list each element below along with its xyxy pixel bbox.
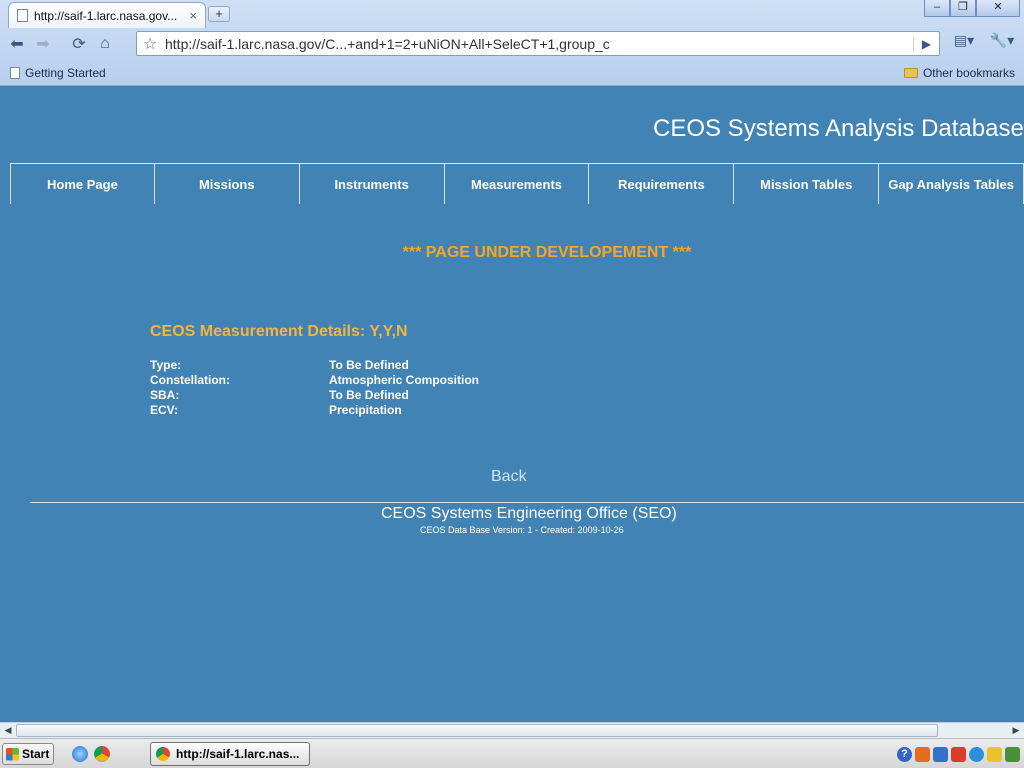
footer-version: CEOS Data Base Version: 1 - Created: 200…	[420, 525, 624, 535]
tray-app-icon[interactable]	[915, 746, 930, 762]
internet-explorer-icon[interactable]	[72, 746, 88, 762]
nav-missions[interactable]: Missions	[155, 164, 300, 204]
address-bar[interactable]: ☆ http://saif-1.larc.nasa.gov/C...+and+1…	[136, 31, 940, 56]
development-notice: *** PAGE UNDER DEVELOPEMENT ***	[402, 244, 692, 261]
other-bookmarks[interactable]: Other bookmarks	[903, 66, 1015, 80]
detail-row-sba: SBA: To Be Defined	[150, 388, 479, 403]
tray-security-icon[interactable]	[951, 746, 966, 762]
scroll-right-icon[interactable]: ▶	[1008, 723, 1024, 738]
tab-title: http://saif-1.larc.nasa.gov...	[34, 8, 178, 23]
back-link[interactable]: Back	[491, 468, 527, 486]
home-icon[interactable]: ⌂	[92, 32, 118, 56]
detail-label: SBA:	[150, 388, 180, 402]
scroll-left-icon[interactable]: ◀	[0, 723, 16, 738]
nav-measurements[interactable]: Measurements	[445, 164, 590, 204]
footer-title: CEOS Systems Engineering Office (SEO)	[381, 505, 677, 522]
detail-label: ECV:	[150, 403, 179, 417]
detail-value: Precipitation	[329, 403, 402, 417]
folder-icon	[903, 68, 918, 78]
browser-toolbar: ⬅ ➡ ⟳ ⌂ ☆ http://saif-1.larc.nasa.gov/C.…	[0, 29, 1024, 59]
system-tray: ?	[897, 743, 1020, 765]
wrench-menu-icon[interactable]: 🔧▾	[986, 32, 1018, 49]
tray-shield-icon[interactable]	[987, 746, 1002, 762]
tab-strip: http://saif-1.larc.nasa.gov... × + ‒ ❐ ✕	[0, 0, 1024, 28]
new-tab-button[interactable]: +	[208, 6, 230, 22]
taskbar-window-button[interactable]: http://saif-1.larc.nas...	[150, 742, 310, 766]
taskbar: Start http://saif-1.larc.nas... ?	[0, 738, 1024, 768]
browser-menus: ▤▾ 🔧▾	[948, 32, 1018, 49]
detail-label: Constellation:	[150, 373, 230, 387]
main-nav: Home Page Missions Instruments Measureme…	[10, 163, 1024, 204]
nav-home-page[interactable]: Home Page	[10, 164, 155, 204]
start-button[interactable]: Start	[2, 743, 54, 765]
scrollbar-thumb[interactable]	[16, 724, 938, 737]
detail-row-ecv: ECV: Precipitation	[150, 403, 479, 418]
address-url[interactable]: http://saif-1.larc.nasa.gov/C...+and+1=2…	[163, 36, 913, 52]
reload-icon[interactable]: ⟳	[66, 32, 92, 56]
tray-messenger-icon[interactable]	[969, 746, 984, 762]
detail-value: To Be Defined	[329, 388, 409, 402]
taskbar-window-label: http://saif-1.larc.nas...	[176, 747, 300, 761]
detail-value: To Be Defined	[329, 358, 409, 372]
detail-row-constellation: Constellation: Atmospheric Composition	[150, 373, 479, 388]
bookmark-star-icon[interactable]: ☆	[137, 34, 163, 54]
nav-mission-tables[interactable]: Mission Tables	[734, 164, 880, 204]
forward-arrow-icon[interactable]: ➡	[30, 32, 56, 56]
page-menu-icon[interactable]: ▤▾	[948, 32, 980, 49]
minimize-icon[interactable]: ‒	[924, 0, 950, 17]
site-title: CEOS Systems Analysis Database	[653, 115, 1024, 142]
other-bookmarks-label: Other bookmarks	[922, 66, 1015, 80]
document-icon	[10, 67, 20, 79]
nav-instruments[interactable]: Instruments	[300, 164, 445, 204]
bookmark-getting-started[interactable]: Getting Started	[10, 66, 106, 80]
tray-network-icon[interactable]	[933, 746, 948, 762]
bookmarks-bar: Getting Started Other bookmarks	[0, 60, 1024, 85]
windows-logo-icon	[6, 747, 19, 761]
detail-label: Type:	[150, 358, 182, 372]
measurement-details: Type: To Be Defined Constellation: Atmos…	[150, 358, 479, 418]
start-label: Start	[22, 747, 50, 761]
detail-value: Atmospheric Composition	[329, 373, 480, 387]
browser-tab[interactable]: http://saif-1.larc.nasa.gov... ×	[8, 2, 206, 28]
browser-chrome: http://saif-1.larc.nasa.gov... × + ‒ ❐ ✕…	[0, 0, 1024, 86]
help-icon[interactable]: ?	[897, 746, 912, 762]
go-icon[interactable]: ▶	[913, 36, 939, 51]
close-window-icon[interactable]: ✕	[976, 0, 1020, 17]
chrome-icon[interactable]	[94, 746, 110, 762]
nav-gap-analysis-tables[interactable]: Gap Analysis Tables	[879, 164, 1024, 204]
bookmark-label: Getting Started	[25, 66, 106, 80]
back-arrow-icon[interactable]: ⬅	[4, 32, 30, 56]
close-tab-icon[interactable]: ×	[189, 8, 197, 23]
detail-row-type: Type: To Be Defined	[150, 358, 479, 373]
details-title: CEOS Measurement Details: Y,Y,N	[150, 323, 408, 340]
chrome-icon	[156, 747, 170, 761]
restore-icon[interactable]: ❐	[950, 0, 976, 17]
footer-divider	[30, 502, 1024, 503]
tray-volume-icon[interactable]	[1005, 746, 1020, 762]
horizontal-scrollbar[interactable]: ◀ ▶	[0, 722, 1024, 738]
window-controls: ‒ ❐ ✕	[924, 0, 1020, 17]
page-icon	[17, 9, 28, 22]
nav-requirements[interactable]: Requirements	[589, 164, 735, 204]
